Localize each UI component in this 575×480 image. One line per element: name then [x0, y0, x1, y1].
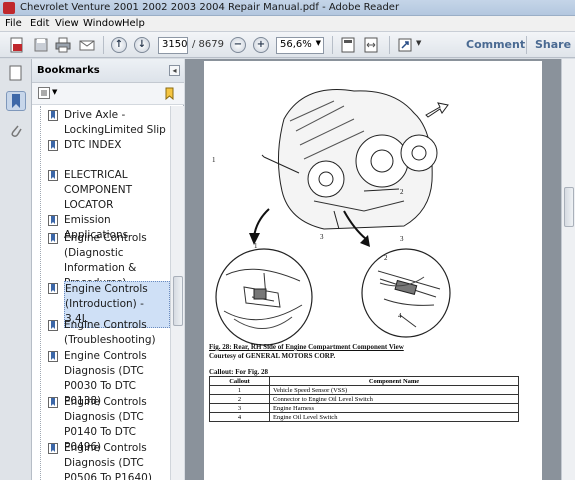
engine-diagram: [215, 89, 451, 346]
bookmark-icon: [48, 320, 58, 331]
print-icon[interactable]: [54, 36, 72, 54]
navigation-pane: [0, 59, 32, 480]
bookmark-label: ELECTRICAL COMPONENT LOCATOR: [64, 169, 133, 211]
callout-title: Callout: For Fig. 28: [209, 368, 268, 376]
menu-help[interactable]: Help: [122, 18, 145, 29]
page-number-input[interactable]: 3150: [158, 37, 188, 54]
callout-number: 2: [209, 394, 270, 404]
bookmark-label: DTC INDEX: [64, 139, 122, 151]
menu-file[interactable]: File: [5, 18, 22, 29]
bookmark-icon: [48, 283, 58, 294]
document-scrollbar[interactable]: [561, 59, 575, 480]
figure-caption: Fig. 28: Rear, RH Side of Engine Compart…: [209, 343, 404, 351]
callout-table: Callout Component Name 1 Vehicle Speed S…: [209, 376, 519, 422]
component-name: Vehicle Speed Sensor (VSS): [269, 385, 519, 395]
table-header-row: Callout Component Name: [209, 376, 519, 386]
fit-page-icon[interactable]: [339, 36, 357, 54]
diagram-label-1: 1: [212, 156, 216, 164]
menu-view[interactable]: View: [55, 18, 79, 29]
table-row: 1 Vehicle Speed Sensor (VSS): [209, 385, 519, 395]
callout-number: 3: [209, 403, 270, 413]
bookmarks-scrollbar[interactable]: [170, 106, 184, 480]
comment-button[interactable]: Comment: [466, 38, 525, 51]
document-view[interactable]: 1 2 3 1 3 2 4 Fig. 28: Rear, RH Side of …: [185, 59, 561, 480]
fit-width-icon[interactable]: [362, 36, 380, 54]
bookmark-label: Engine Controls (Troubleshooting): [64, 319, 156, 346]
callout-number: 1: [209, 385, 270, 395]
component-name: Connector to Engine Oil Level Switch: [269, 394, 519, 404]
bookmark-label: Drive Axle - LockingLimited Slip: [64, 109, 166, 136]
bookmarks-panel: Bookmarks ◂ ▼ Drive Axle - LockingLimite…: [32, 59, 184, 480]
bookmark-icon: [48, 140, 58, 151]
save-icon[interactable]: [32, 36, 50, 54]
toolbar-separator: [526, 36, 527, 54]
zoom-out-icon[interactable]: −: [230, 37, 246, 53]
toolbar-separator: [389, 36, 390, 54]
callout-number: 4: [209, 412, 270, 422]
detail-label-1: 1: [254, 242, 258, 250]
attachments-panel-icon[interactable]: [6, 121, 26, 141]
table-row: 3 Engine Harness: [209, 403, 519, 413]
zoom-level-input[interactable]: 56,6% ▼: [276, 37, 324, 54]
share-button[interactable]: Share: [535, 38, 571, 51]
bookmarks-title: Bookmarks: [37, 65, 100, 76]
table-row: 4 Engine Oil Level Switch: [209, 412, 519, 422]
zoom-in-icon[interactable]: +: [253, 37, 269, 53]
diagram-label-3: 3: [320, 233, 324, 241]
diagram-label-2: 2: [400, 188, 404, 196]
figure-courtesy: Courtesy of GENERAL MOTORS CORP.: [209, 352, 336, 360]
chevron-down-icon[interactable]: ▼: [52, 88, 57, 96]
toolbar-separator: [103, 36, 104, 54]
title-bar: Chevrolet Venture 2001 2002 2003 2004 Re…: [0, 0, 575, 16]
bookmarks-list: Drive Axle - LockingLimited Slip DTC INDE…: [32, 106, 170, 480]
expand-bookmark-icon[interactable]: [163, 87, 176, 101]
create-pdf-icon[interactable]: [8, 36, 26, 54]
window-title: Chevrolet Venture 2001 2002 2003 2004 Re…: [20, 2, 400, 13]
chevron-down-icon[interactable]: ▼: [416, 39, 421, 47]
previous-page-icon[interactable]: ↑: [111, 37, 127, 53]
bookmark-label: Engine Controls Diagnosis (DTC P0506 To …: [64, 442, 152, 480]
adobe-reader-icon: [3, 2, 15, 14]
pages-panel-icon[interactable]: [6, 63, 26, 83]
full-screen-icon[interactable]: [396, 36, 414, 54]
detail-label-4: 4: [398, 312, 402, 320]
bookmark-icon: [48, 351, 58, 362]
detail-label-3: 3: [400, 235, 404, 243]
bookmark-icon: [48, 397, 58, 408]
scrollbar-thumb[interactable]: [564, 187, 574, 227]
column-header: Component Name: [269, 376, 519, 386]
bookmark-icon: [48, 215, 58, 226]
table-row: 2 Connector to Engine Oil Level Switch: [209, 394, 519, 404]
options-menu-icon[interactable]: [38, 87, 50, 99]
chevron-down-icon[interactable]: ▼: [316, 39, 321, 47]
column-header: Callout: [209, 376, 270, 386]
bookmark-icon: [48, 233, 58, 244]
page-total: / 8679: [192, 39, 224, 50]
next-page-icon[interactable]: ↓: [134, 37, 150, 53]
bookmark-icon: [48, 110, 58, 121]
bookmarks-toolbar: ▼: [32, 83, 184, 105]
pdf-page: 1 2 3 1 3 2 4 Fig. 28: Rear, RH Side of …: [204, 61, 542, 480]
component-name: Engine Oil Level Switch: [269, 412, 519, 422]
menu-window[interactable]: Window: [83, 18, 122, 29]
scrollbar-thumb[interactable]: [173, 276, 183, 326]
bookmark-icon: [48, 170, 58, 181]
bookmarks-header: Bookmarks ◂: [32, 59, 184, 83]
toolbar: ↑ ↓ 3150 / 8679 − + 56,6% ▼ ▼ Comment Sh…: [0, 32, 575, 58]
bookmark-icon: [48, 443, 58, 454]
menu-edit[interactable]: Edit: [30, 18, 49, 29]
zoom-level-value: 56,6%: [280, 39, 312, 50]
menu-bar: File Edit View Window Help: [0, 16, 575, 32]
email-icon[interactable]: [78, 36, 96, 54]
toolbar-separator: [332, 36, 333, 54]
bookmarks-panel-icon[interactable]: [6, 91, 26, 111]
component-name: Engine Harness: [269, 403, 519, 413]
close-panel-icon[interactable]: ◂: [169, 65, 180, 76]
detail-label-2: 2: [384, 254, 388, 262]
